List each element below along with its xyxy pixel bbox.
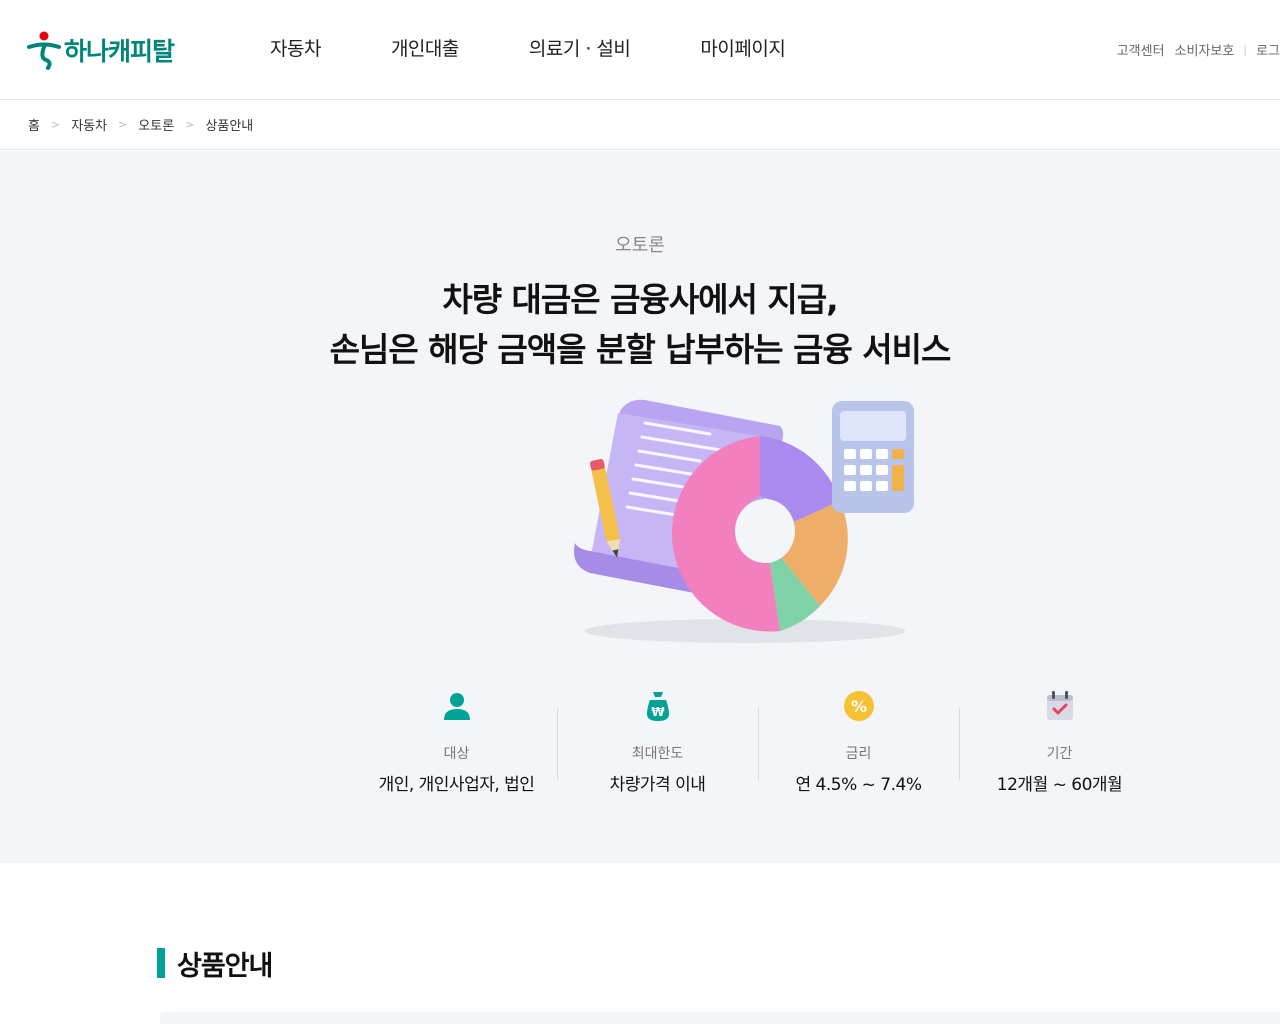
money-bag-won-icon: ₩ bbox=[646, 692, 669, 721]
svg-text:%: % bbox=[850, 697, 866, 716]
hana-logo-icon bbox=[27, 31, 61, 70]
breadcrumb-home[interactable]: 홈 bbox=[28, 115, 40, 134]
info-value: 차량가격 이내 bbox=[609, 775, 706, 795]
breadcrumb: 홈 > 자동차 > 오토론 > 상품안내 bbox=[0, 100, 1280, 150]
info-rate: % 금리 연 4.5% ~ 7.4% bbox=[758, 686, 959, 795]
product-summary: 대상 개인, 개인사업자, 법인 ₩ 최대한도 차량가격 이내 % 금리 연 4… bbox=[356, 686, 1160, 795]
site-header: 하나캐피탈 자동차 개인대출 의료기 · 설비 마이페이지 고객센터 소비자보호… bbox=[0, 0, 1280, 100]
info-label: 대상 bbox=[443, 746, 470, 762]
calculator-icon bbox=[832, 401, 914, 513]
nav-item-mypage[interactable]: 마이페이지 bbox=[700, 34, 785, 61]
finance-illustration bbox=[574, 399, 914, 643]
chevron-right-icon: > bbox=[185, 118, 195, 131]
nav-item-personal-loan[interactable]: 개인대출 bbox=[391, 34, 459, 61]
svg-text:₩: ₩ bbox=[651, 705, 665, 719]
breadcrumb-product-info: 상품안내 bbox=[205, 119, 254, 134]
calendar-check-icon bbox=[1046, 691, 1073, 720]
person-icon bbox=[443, 693, 470, 720]
hero-eyebrow: 오토론 bbox=[615, 235, 665, 256]
login-link[interactable]: 로그 bbox=[1256, 40, 1280, 59]
logo-text: 하나캐피탈 bbox=[64, 37, 175, 66]
info-value: 연 4.5% ~ 7.4% bbox=[795, 775, 922, 795]
util-divider: | bbox=[1243, 43, 1248, 56]
section-title-text: 상품안내 bbox=[177, 950, 273, 982]
main-nav: 자동차 개인대출 의료기 · 설비 마이페이지 bbox=[270, 34, 855, 61]
product-info-box bbox=[160, 1012, 1280, 1024]
info-value: 12개월 ~ 60개월 bbox=[996, 775, 1123, 795]
info-limit: ₩ 최대한도 차량가격 이내 bbox=[557, 686, 758, 795]
info-label: 기간 bbox=[1046, 746, 1073, 762]
percent-icon: % bbox=[843, 691, 874, 721]
chevron-right-icon: > bbox=[118, 118, 128, 131]
info-value: 개인, 개인사업자, 법인 bbox=[378, 775, 535, 795]
section-title: 상품안내 bbox=[157, 946, 273, 982]
hero-section: 오토론 차량 대금은 금융사에서 지급, 손님은 해당 금액을 분할 납부하는 … bbox=[0, 151, 1280, 863]
hero-title-line1: 차량 대금은 금융사에서 지급, bbox=[442, 280, 838, 319]
nav-item-medical-equipment[interactable]: 의료기 · 설비 bbox=[529, 34, 631, 61]
chevron-right-icon: > bbox=[50, 118, 61, 131]
hero-title: 차량 대금은 금융사에서 지급, 손님은 해당 금액을 분할 납부하는 금융 서… bbox=[0, 275, 1280, 375]
info-target: 대상 개인, 개인사업자, 법인 bbox=[356, 686, 557, 795]
section-accent-bar bbox=[157, 948, 165, 978]
consumer-protection-link[interactable]: 소비자보호 bbox=[1175, 40, 1235, 59]
customer-center-link[interactable]: 고객센터 bbox=[1117, 40, 1165, 59]
hero-title-line2: 손님은 해당 금액을 분할 납부하는 금융 서비스 bbox=[329, 330, 952, 369]
info-label: 금리 bbox=[845, 746, 872, 762]
logo[interactable]: 하나캐피탈 bbox=[26, 30, 175, 70]
info-label: 최대한도 bbox=[631, 746, 684, 762]
nav-item-car[interactable]: 자동차 bbox=[270, 34, 321, 61]
info-term: 기간 12개월 ~ 60개월 bbox=[959, 686, 1160, 795]
breadcrumb-autoloan[interactable]: 오토론 bbox=[138, 115, 174, 134]
breadcrumb-car[interactable]: 자동차 bbox=[71, 115, 107, 134]
utility-menu: 고객센터 소비자보호 | 로그 bbox=[1117, 40, 1280, 59]
